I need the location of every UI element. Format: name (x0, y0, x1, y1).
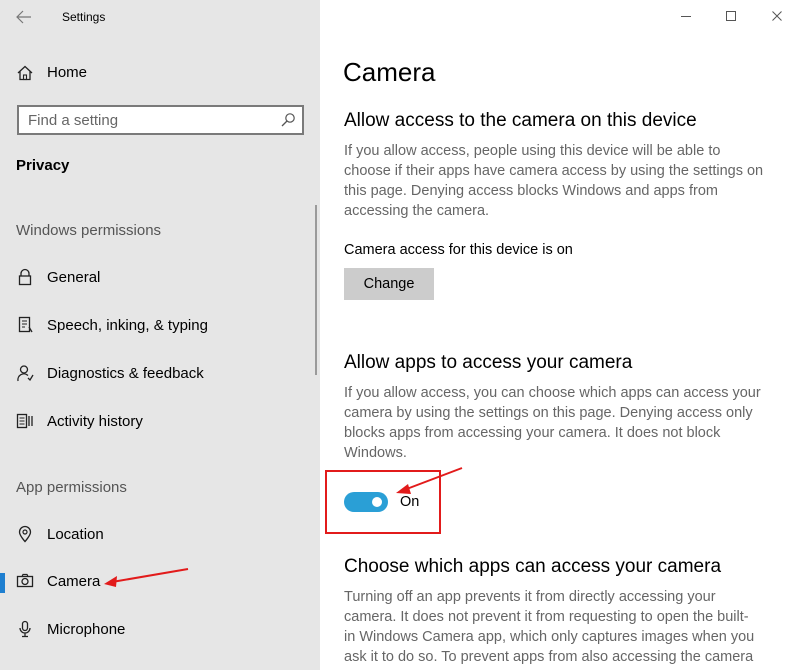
section-title: Privacy (16, 157, 70, 174)
camera-icon (16, 573, 34, 588)
description-line: camera. It does not prevent it from requ… (344, 609, 749, 625)
group-label-app-permissions: App permissions (16, 479, 127, 496)
app-title: Settings (62, 10, 106, 24)
description-line: If you allow access, you can choose whic… (344, 385, 761, 401)
sidebar-item-activity-history[interactable]: Activity history (0, 402, 320, 442)
back-button[interactable] (12, 6, 36, 28)
home-label: Home (47, 64, 88, 81)
apps-access-description: If you allow access, you can choose whic… (344, 383, 774, 463)
sidebar-item-label: Camera (47, 573, 101, 590)
toggle-state-label: On (400, 494, 420, 510)
description-line: in Windows Camera app, which only captur… (344, 629, 755, 645)
device-access-heading: Allow access to the camera on this devic… (344, 110, 697, 131)
search-icon (281, 113, 295, 127)
speech-document-icon (18, 316, 33, 333)
description-line: choose if their apps have camera access … (344, 163, 764, 179)
page-title: Camera (343, 57, 436, 87)
toggle-knob (372, 497, 382, 507)
sidebar: Settings Home Find a setting Privacy Win… (0, 0, 320, 670)
close-icon (772, 11, 782, 21)
sidebar-item-label: Location (47, 526, 104, 543)
back-arrow-icon (16, 10, 31, 24)
sidebar-item-label: Diagnostics & feedback (47, 365, 204, 382)
search-placeholder: Find a setting (28, 112, 119, 129)
content-pane: Camera Allow access to the camera on thi… (320, 0, 797, 670)
change-button[interactable]: Change (344, 268, 434, 300)
sidebar-item-label: General (47, 269, 101, 286)
maximize-icon (726, 11, 736, 21)
home-icon (17, 65, 33, 81)
device-access-status: Camera access for this device is on (344, 242, 573, 258)
diagnostics-person-icon (17, 365, 34, 382)
sidebar-item-diagnostics[interactable]: Diagnostics & feedback (0, 354, 320, 394)
selection-indicator (0, 573, 5, 593)
close-button[interactable] (761, 6, 793, 28)
description-line: Turning off an app prevents it from dire… (344, 589, 716, 605)
location-pin-icon (18, 525, 32, 543)
home-nav-item[interactable]: Home (0, 58, 320, 88)
description-line: camera by using the settings on this pag… (344, 405, 753, 421)
description-line: this page. Denying access blocks Windows… (344, 183, 718, 199)
activity-history-icon (16, 413, 33, 429)
minimize-button[interactable] (670, 6, 702, 28)
sidebar-item-label: Microphone (47, 621, 126, 638)
sidebar-item-label: Activity history (47, 413, 143, 430)
apps-camera-toggle[interactable] (344, 492, 388, 512)
choose-apps-description: Turning off an app prevents it from dire… (344, 587, 774, 667)
maximize-button[interactable] (715, 6, 747, 28)
apps-access-heading: Allow apps to access your camera (344, 352, 633, 373)
choose-apps-heading: Choose which apps can access your camera (344, 556, 722, 577)
sidebar-item-label: Speech, inking, & typing (47, 317, 208, 334)
sidebar-item-general[interactable]: General (0, 258, 320, 298)
search-input[interactable]: Find a setting (17, 105, 304, 135)
device-access-description: If you allow access, people using this d… (344, 141, 774, 221)
sidebar-item-speech[interactable]: Speech, inking, & typing (0, 306, 320, 346)
microphone-icon (19, 620, 31, 638)
sidebar-scrollbar[interactable] (315, 205, 317, 375)
description-line: ask it to do so. To prevent apps from al… (344, 649, 754, 665)
minimize-icon (681, 16, 691, 17)
description-line: accessing the camera. (344, 203, 490, 219)
sidebar-item-microphone[interactable]: Microphone (0, 610, 320, 650)
sidebar-item-location[interactable]: Location (0, 515, 320, 555)
description-line: If you allow access, people using this d… (344, 143, 721, 159)
group-label-windows-permissions: Windows permissions (16, 222, 162, 239)
sidebar-item-camera[interactable]: Camera (0, 562, 320, 602)
description-line: blocks apps from accessing your camera. … (344, 425, 721, 441)
description-line: Windows. (344, 445, 407, 461)
lock-icon (18, 268, 32, 286)
title-bar-left: Settings (0, 0, 320, 34)
